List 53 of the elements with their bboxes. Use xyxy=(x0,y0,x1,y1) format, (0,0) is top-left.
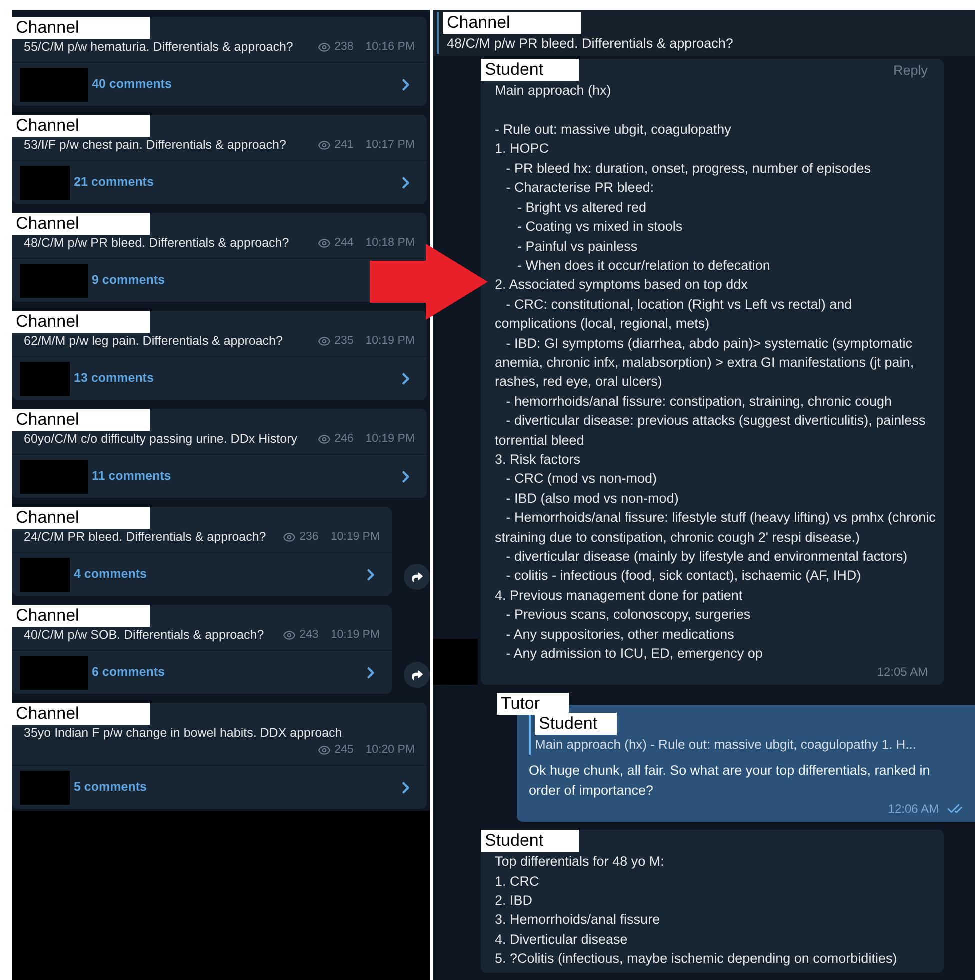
post-text: 48/C/M p/w PR bleed. Differentials & approach? xyxy=(24,235,290,252)
sender-label: Channel xyxy=(12,213,150,235)
message-text: Top differentials for 48 yo M: 1. CRC 2. IBD 3. Hemorrhoids/anal fissure 4. Diverticular disease 5. ?Colitis (infectious, maybe ischemic depending on comorbidities) xyxy=(495,853,898,968)
post-time: 10:19 PM xyxy=(366,432,415,447)
post-time: 10:16 PM xyxy=(366,40,415,55)
post-time: 10:19 PM xyxy=(366,334,415,349)
header-text: 48/C/M p/w PR bleed. Differentials & approach? xyxy=(446,35,734,53)
post-time: 10:20 PM xyxy=(366,743,415,758)
view-count: 243 xyxy=(300,628,319,643)
sender-label: Channel xyxy=(12,409,150,431)
comments-button[interactable]: 40 comments xyxy=(92,75,172,94)
message-time: 12:06 AM xyxy=(888,801,939,818)
comments-button[interactable]: 21 comments xyxy=(74,173,154,192)
post-text: 60yo/C/M c/o difficulty passing urine. DDx History xyxy=(24,431,298,448)
sender-label: Channel xyxy=(12,17,150,39)
sender-label: Tutor xyxy=(497,693,569,716)
view-count: 244 xyxy=(334,236,354,251)
view-count: 236 xyxy=(300,530,319,545)
sender-label: Student xyxy=(481,59,579,81)
post-time: 10:19 PM xyxy=(330,530,380,545)
sender-label: Student xyxy=(535,713,617,736)
comments-button[interactable]: 5 comments xyxy=(74,778,147,797)
view-count: 246 xyxy=(334,432,354,447)
view-count: 241 xyxy=(334,138,354,153)
comments-button[interactable]: 6 comments xyxy=(92,663,165,682)
view-count: 238 xyxy=(334,40,354,55)
post-text: 62/M/M p/w leg pain. Differentials & approach? xyxy=(24,333,283,350)
quote-text: Main approach (hx) - Rule out: massive ubgit, coagulopathy 1. H... xyxy=(535,736,918,754)
post-text: 53/I/F p/w chest pain. Differentials & approach? xyxy=(24,137,286,154)
reply-button[interactable]: Reply xyxy=(893,59,944,82)
post-time: 10:18 PM xyxy=(366,236,415,251)
comments-button[interactable]: 4 comments xyxy=(74,565,147,584)
sender-label: Student xyxy=(481,830,579,852)
sender-label: Channel xyxy=(12,507,150,529)
sender-label: Channel xyxy=(12,605,150,627)
view-count: 245 xyxy=(334,743,354,758)
post-time: 10:19 PM xyxy=(330,628,380,643)
sender-label: Channel xyxy=(12,311,150,333)
post-text: 35yo Indian F p/w change in bowel habits. DDX approach xyxy=(24,725,342,742)
post-time: 10:17 PM xyxy=(366,138,415,153)
post-text: 55/C/M p/w hematuria. Differentials & approach? xyxy=(24,39,294,56)
post-text: 40/C/M p/w SOB. Differentials & approach? xyxy=(24,627,264,644)
sender-label: Channel xyxy=(12,703,150,725)
comments-button[interactable]: 13 comments xyxy=(74,369,154,388)
message-text: Ok huge chunk, all fair. So what are your top differentials, ranked in order of importance? xyxy=(529,762,932,800)
message-text: Main approach (hx) - Rule out: massive ubgit, coagulopathy 1. HOPC - PR bleed hx: duration, onset, progress, number of episodes - Characterise PR bleed: - Bright vs altered red - Coating vs mixed in stools - Painful vs painless - When does it occur/relation to defecation 2. Associated symptoms based on top ddx - CRC: constitutional, location (Right vs Left vs rectal) and complications (local, regional, mets) - IBD: GI symptoms (diarrhea, abdo pain)> systematic (symptomatic anemia, chronic infx, malabsorption) > extra GI manifestations (jt pain, rashes, red eye, oral ulcers) - hemorrhoids/anal fissure: constipation, straining, chronic cough - diverticular disease: previous attacks (suggest diverticulitis), painless torrential bleed 3. Risk factors - CRC (mod vs non-mod) - IBD (also mod vs non-mod) - Hemorrhoids/anal fissure: lifestyle stuff (heavy lifting) vs pmhx (chronic straining due to constipation, chronic cough 2' respi disease.) - diverticular disease (mainly by lifestyle and environmental factors) - colitis - infectious (food, sick contact), ischaemic (AF, IHD) 4. Previous management done for patient - Previous scans, colonoscopy, surgeries - Any suppositories, other medications - Any admission to ICU, ED, emergency op xyxy=(495,82,936,664)
message-time: 12:05 AM xyxy=(877,664,929,682)
view-count: 235 xyxy=(334,334,354,349)
sender-label: Channel xyxy=(443,12,581,34)
post-text: 24/C/M PR bleed. Differentials & approach? xyxy=(24,529,266,546)
comments-button[interactable]: 9 comments xyxy=(92,271,165,290)
comments-button[interactable]: 11 comments xyxy=(92,467,172,486)
sender-label: Channel xyxy=(12,115,150,137)
